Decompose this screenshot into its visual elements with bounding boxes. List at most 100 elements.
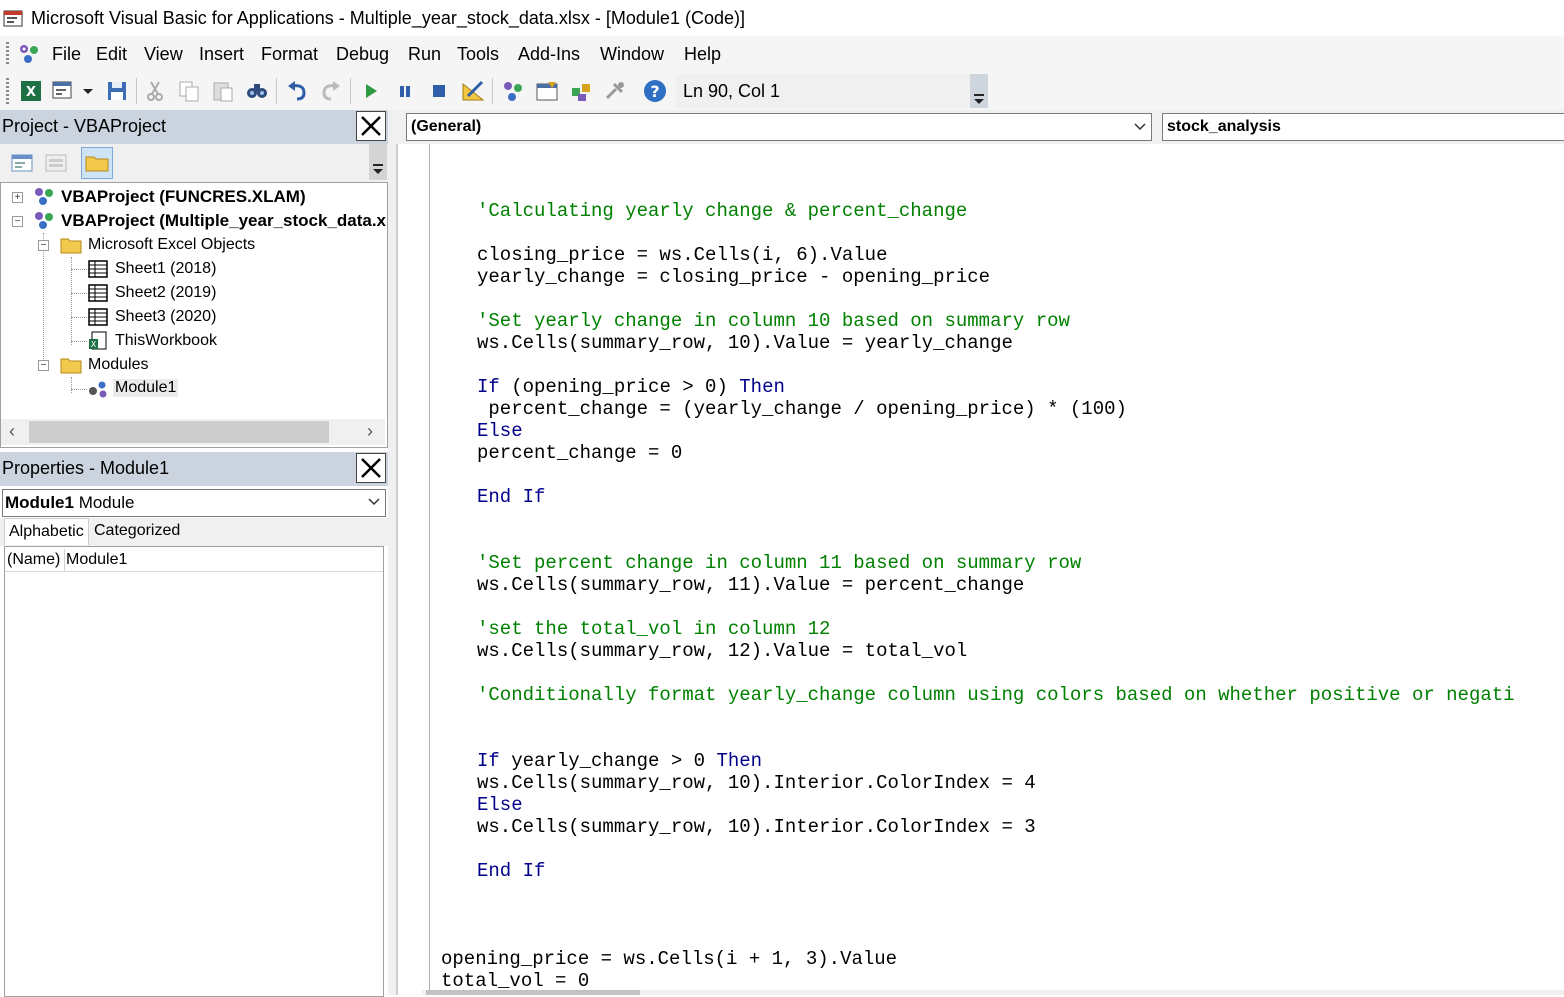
folder-icon: [60, 358, 82, 374]
collapse-toggle[interactable]: −: [38, 240, 49, 251]
window-title: Microsoft Visual Basic for Applications …: [31, 8, 745, 28]
properties-window-icon[interactable]: [534, 78, 560, 104]
menu-debug[interactable]: Debug: [336, 44, 389, 65]
object-browser-icon[interactable]: [568, 78, 594, 104]
tab-alphabetic[interactable]: Alphabetic: [4, 518, 89, 545]
view-object-button[interactable]: [40, 147, 72, 179]
collapse-toggle[interactable]: −: [38, 360, 49, 371]
code-line[interactable]: If yearly_change > 0 Then: [477, 750, 762, 772]
code-hscrollbar[interactable]: [422, 990, 1564, 995]
code-line[interactable]: ws.Cells(summary_row, 12).Value = total_…: [477, 640, 967, 662]
tree-item-sheet3[interactable]: Sheet3 (2020): [115, 308, 216, 326]
toolbar-overflow-button[interactable]: [970, 74, 988, 108]
tree-line: [71, 341, 87, 342]
code-line[interactable]: ws.Cells(summary_row, 10).Interior.Color…: [477, 772, 1036, 794]
find-icon[interactable]: [244, 78, 270, 104]
code-line[interactable]: Else: [477, 420, 523, 442]
tree-item-sheet1[interactable]: Sheet1 (2018): [115, 260, 216, 278]
menu-view[interactable]: View: [144, 44, 183, 65]
view-code-button[interactable]: [6, 147, 38, 179]
menu-edit[interactable]: Edit: [96, 44, 127, 65]
code-line[interactable]: 'Set percent change in column 11 based o…: [477, 552, 1081, 574]
scroll-thumb[interactable]: [29, 421, 329, 443]
project-tree-hscrollbar[interactable]: ‹ ›: [1, 419, 385, 445]
tree-item-multiple-year[interactable]: VBAProject (Multiple_year_stock_data.x: [61, 211, 386, 231]
code-line[interactable]: 'set the total_vol in column 12: [477, 618, 830, 640]
code-line[interactable]: ws.Cells(summary_row, 11).Value = percen…: [477, 574, 1024, 596]
code-line[interactable]: percent_change = (yearly_change / openin…: [477, 398, 1127, 420]
project-toolbar-scroll[interactable]: [369, 144, 387, 180]
help-icon[interactable]: ?: [642, 78, 668, 104]
code-line[interactable]: total_vol = 0: [441, 970, 589, 990]
insert-module-icon[interactable]: [50, 78, 76, 104]
tree-item-modules[interactable]: Modules: [88, 356, 148, 374]
expand-toggle[interactable]: +: [12, 192, 23, 203]
toolbox-icon[interactable]: [602, 78, 628, 104]
properties-object-select[interactable]: Module1 Module: [2, 489, 386, 517]
menu-run[interactable]: Run: [408, 44, 441, 65]
toolbar-grip[interactable]: [6, 78, 9, 104]
code-line[interactable]: percent_change = 0: [477, 442, 682, 464]
tree-item-excel-objects[interactable]: Microsoft Excel Objects: [88, 236, 255, 254]
tree-item-funcres[interactable]: VBAProject (FUNCRES.XLAM): [61, 187, 306, 207]
procedure-combo[interactable]: stock_analysis: [1162, 113, 1564, 141]
copy-icon[interactable]: [176, 78, 202, 104]
code-line[interactable]: Else: [477, 794, 523, 816]
code-line[interactable]: ws.Cells(summary_row, 10).Value = yearly…: [477, 332, 1013, 354]
code-line[interactable]: End If: [477, 486, 545, 508]
menu-format[interactable]: Format: [261, 44, 318, 65]
code-line[interactable]: End If: [477, 860, 545, 882]
menu-bar: File Edit View Insert Format Debug Run T…: [0, 36, 1564, 72]
code-line[interactable]: yearly_change = closing_price - opening_…: [477, 266, 990, 288]
object-combo[interactable]: (General): [406, 113, 1152, 141]
code-line[interactable]: closing_price = ws.Cells(i, 6).Value: [477, 244, 887, 266]
menu-window[interactable]: Window: [600, 44, 664, 65]
excel-icon[interactable]: X: [18, 78, 44, 104]
property-value[interactable]: Module1: [66, 551, 127, 569]
toggle-folders-button[interactable]: [81, 147, 113, 179]
code-margin-indicator-bar[interactable]: [396, 144, 430, 995]
pane-splitter[interactable]: [388, 110, 396, 995]
menu-file[interactable]: File: [52, 44, 81, 65]
code-line[interactable]: opening_price = ws.Cells(i + 1, 3).Value: [441, 948, 897, 970]
tree-item-sheet2[interactable]: Sheet2 (2019): [115, 284, 216, 302]
tab-categorized[interactable]: Categorized: [90, 518, 184, 544]
project-pane-close-button[interactable]: [356, 111, 386, 141]
redo-icon[interactable]: [318, 78, 344, 104]
paste-icon[interactable]: [210, 78, 236, 104]
scroll-right-icon[interactable]: ›: [367, 421, 373, 442]
properties-pane-title: Properties - Module1: [0, 452, 388, 486]
code-line[interactable]: 'Conditionally format yearly_change colu…: [477, 684, 1515, 706]
code-line[interactable]: ws.Cells(summary_row, 10).Interior.Color…: [477, 816, 1036, 838]
save-icon[interactable]: [104, 78, 130, 104]
vba-project-icon[interactable]: [16, 41, 42, 67]
cut-icon[interactable]: [142, 78, 168, 104]
menu-add-ins[interactable]: Add-Ins: [518, 44, 580, 65]
collapse-toggle[interactable]: −: [12, 216, 23, 227]
design-mode-icon[interactable]: [460, 78, 486, 104]
worksheet-icon: [88, 308, 108, 326]
menu-help[interactable]: Help: [684, 44, 721, 65]
code-line[interactable]: If (opening_price > 0) Then: [477, 376, 785, 398]
tree-item-thisworkbook[interactable]: ThisWorkbook: [115, 332, 217, 350]
undo-icon[interactable]: [284, 78, 310, 104]
property-row[interactable]: (Name) Module1: [5, 549, 383, 572]
break-icon[interactable]: [392, 78, 418, 104]
vba-app-icon[interactable]: [3, 8, 25, 28]
scroll-thumb[interactable]: [426, 990, 640, 995]
insert-dropdown-icon[interactable]: [78, 78, 98, 104]
close-icon: [361, 116, 381, 136]
code-line[interactable]: 'Set yearly change in column 10 based on…: [477, 310, 1070, 332]
menu-tools[interactable]: Tools: [457, 44, 499, 65]
chevron-down-icon: [1134, 123, 1146, 131]
reset-icon[interactable]: [426, 78, 452, 104]
code-line[interactable]: 'Calculating yearly change & percent_cha…: [477, 200, 967, 222]
properties-pane-close-button[interactable]: [356, 453, 386, 483]
menu-grip[interactable]: [6, 42, 9, 66]
scroll-left-icon[interactable]: ‹: [9, 421, 15, 442]
project-explorer-icon[interactable]: [500, 78, 526, 104]
tree-item-module1[interactable]: Module1: [113, 379, 179, 397]
menu-insert[interactable]: Insert: [199, 44, 244, 65]
run-icon[interactable]: [358, 78, 384, 104]
code-editor[interactable]: 'Calculating yearly change & percent_cha…: [431, 144, 1564, 990]
